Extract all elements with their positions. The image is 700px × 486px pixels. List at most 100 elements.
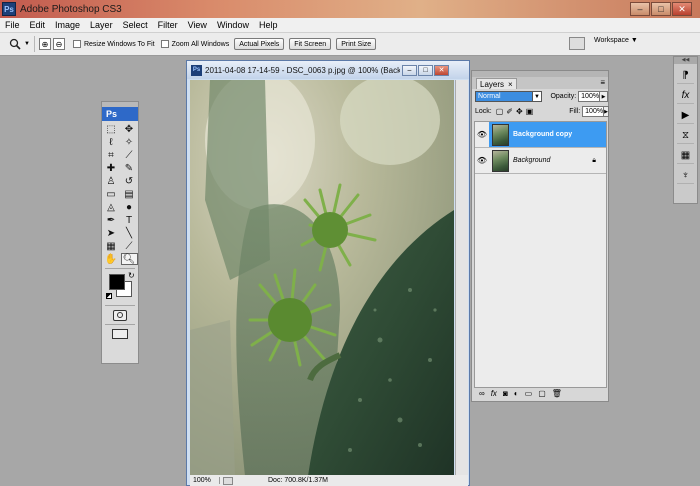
tool-preset-caret-icon[interactable]: ▼ bbox=[24, 41, 30, 47]
lock-pixels-icon[interactable]: ✐ bbox=[506, 107, 513, 116]
vertical-scrollbar[interactable] bbox=[455, 80, 468, 476]
panel-menu-icon[interactable]: ≡ bbox=[600, 78, 605, 87]
doc-minimize-button[interactable]: – bbox=[402, 64, 417, 76]
pen-tool-icon[interactable]: ✒ bbox=[103, 214, 120, 226]
link-layers-icon[interactable]: ∞ bbox=[479, 389, 485, 398]
chevron-down-icon[interactable]: ▼ bbox=[532, 91, 543, 102]
path-selection-tool-icon[interactable]: ➤ bbox=[103, 227, 120, 239]
zoom-tool-selected-icon[interactable]: 🔍︎ bbox=[120, 253, 138, 265]
history-brush-tool-icon[interactable]: ↺ bbox=[121, 175, 138, 187]
fill-slider-icon[interactable]: ▶ bbox=[604, 106, 609, 117]
menu-layer[interactable]: Layer bbox=[85, 20, 118, 30]
resize-windows-checkbox[interactable] bbox=[72, 40, 81, 48]
magic-wand-tool-icon[interactable]: ✧ bbox=[121, 136, 138, 148]
zoom-out-icon[interactable]: ⊖ bbox=[52, 38, 65, 50]
styles-panel-icon[interactable]: fx bbox=[677, 87, 694, 104]
blur-tool-icon[interactable]: ◬ bbox=[103, 201, 120, 213]
history-panel-icon[interactable]: ⧖ bbox=[677, 127, 694, 144]
default-colors-icon[interactable] bbox=[106, 293, 112, 299]
bridge-icon[interactable] bbox=[569, 37, 585, 50]
foreground-color-swatch[interactable] bbox=[109, 274, 125, 290]
gradient-tool-icon[interactable]: ▤ bbox=[121, 188, 138, 200]
hand-tool-icon[interactable]: ✋ bbox=[103, 253, 120, 265]
workspace-menu[interactable]: Workspace ▼ bbox=[594, 37, 638, 44]
layer-row-background[interactable]: 👁︎ Background 🔒︎ bbox=[475, 148, 606, 174]
eraser-tool-icon[interactable]: ▭ bbox=[103, 188, 120, 200]
layer-list: 👁︎ Background copy 👁︎ Background 🔒︎ bbox=[474, 121, 607, 388]
lock-transparency-icon[interactable]: ▢ bbox=[496, 107, 504, 116]
delete-layer-icon[interactable]: 🗑︎ bbox=[552, 389, 562, 398]
layer-style-icon[interactable]: fx bbox=[491, 389, 497, 398]
menu-file[interactable]: File bbox=[0, 20, 25, 30]
doc-close-button[interactable]: ✕ bbox=[434, 64, 449, 76]
menu-window[interactable]: Window bbox=[212, 20, 254, 30]
slice-tool-icon[interactable]: ⟋ bbox=[121, 149, 138, 161]
options-bar: ▼ ⊕ ⊖ Resize Windows To Fit Zoom All Win… bbox=[0, 33, 700, 56]
image-canvas[interactable] bbox=[190, 80, 454, 476]
lock-label: Lock: bbox=[475, 108, 492, 115]
type-tool-icon[interactable]: T bbox=[121, 214, 138, 226]
notes-tool-icon[interactable]: ▦ bbox=[103, 240, 120, 252]
doc-maximize-button[interactable]: □ bbox=[418, 64, 433, 76]
restore-button[interactable]: □ bbox=[651, 2, 671, 16]
minimize-button[interactable]: – bbox=[630, 2, 650, 16]
actions-panel-icon[interactable]: ▶ bbox=[677, 107, 694, 124]
quick-mask-icon[interactable] bbox=[102, 307, 138, 323]
dodge-tool-icon[interactable]: ● bbox=[121, 201, 138, 213]
app-title-bar: Ps Adobe Photoshop CS3 – □ ✕ bbox=[0, 0, 700, 18]
menu-filter[interactable]: Filter bbox=[153, 20, 183, 30]
new-layer-icon[interactable]: ▢ bbox=[538, 389, 546, 398]
lasso-tool-icon[interactable]: ℓ bbox=[103, 136, 120, 148]
visibility-eye-icon[interactable]: 👁︎ bbox=[475, 130, 489, 139]
close-tab-icon[interactable]: × bbox=[508, 80, 513, 89]
move-tool-icon[interactable]: ✥ bbox=[121, 123, 138, 135]
photoshop-logo-icon: Ps bbox=[2, 2, 16, 16]
menu-select[interactable]: Select bbox=[118, 20, 153, 30]
close-button[interactable]: ✕ bbox=[672, 2, 692, 16]
healing-brush-tool-icon[interactable]: ✚ bbox=[103, 162, 120, 174]
layer-thumbnail bbox=[492, 123, 509, 146]
fill-input[interactable]: 100% bbox=[582, 106, 605, 117]
eyedropper-tool-icon[interactable]: ⟋ bbox=[121, 240, 138, 252]
menu-view[interactable]: View bbox=[183, 20, 212, 30]
fit-screen-button[interactable]: Fit Screen bbox=[289, 38, 332, 50]
line-tool-icon[interactable]: ╲ bbox=[121, 227, 138, 239]
tab-layers[interactable]: Layers × bbox=[476, 78, 517, 89]
layer-row-background-copy[interactable]: 👁︎ Background copy bbox=[475, 122, 606, 148]
zoom-all-windows-checkbox[interactable] bbox=[160, 40, 169, 48]
lock-all-icon[interactable]: ▣ bbox=[526, 107, 534, 116]
actual-pixels-button[interactable]: Actual Pixels bbox=[234, 38, 285, 50]
zoom-tool-icon[interactable] bbox=[8, 37, 22, 51]
menu-help[interactable]: Help bbox=[254, 20, 283, 30]
zoom-level-field[interactable]: 100% bbox=[190, 477, 220, 484]
swatches-panel-icon[interactable]: ▦ bbox=[677, 147, 694, 164]
menu-image[interactable]: Image bbox=[50, 20, 85, 30]
status-navigator-icon[interactable] bbox=[223, 476, 233, 485]
lock-position-icon[interactable]: ✥ bbox=[516, 107, 523, 116]
layer-main[interactable]: Background copy bbox=[489, 122, 606, 147]
layer-main[interactable]: Background 🔒︎ bbox=[489, 148, 606, 173]
adjustment-layer-icon[interactable]: ◐ bbox=[514, 389, 519, 398]
document-window: Ps 2011-04-08 17-14-59 - DSC_0063 p.jpg … bbox=[186, 60, 470, 486]
opacity-slider-icon[interactable]: ▶ bbox=[600, 91, 608, 102]
layer-mask-icon[interactable]: ◙ bbox=[503, 389, 508, 398]
toolbox-logo[interactable]: Ps bbox=[102, 107, 138, 121]
paragraph-panel-icon[interactable]: ⁋ bbox=[677, 67, 694, 84]
blend-mode-select[interactable]: Normal bbox=[475, 91, 533, 102]
zoom-in-icon[interactable]: ⊕ bbox=[38, 38, 51, 50]
marquee-tool-icon[interactable]: ⬚ bbox=[103, 123, 120, 135]
clone-stamp-tool-icon[interactable]: ♙ bbox=[103, 175, 120, 187]
swap-colors-icon[interactable]: ↻ bbox=[128, 271, 135, 280]
brush-tool-icon[interactable]: ✎ bbox=[121, 162, 138, 174]
document-size-info[interactable]: Doc: 700.8K/1.37M bbox=[268, 477, 328, 484]
crop-tool-icon[interactable]: ⌗ bbox=[103, 149, 120, 161]
new-group-icon[interactable]: ▭ bbox=[525, 389, 533, 398]
visibility-eye-icon[interactable]: 👁︎ bbox=[475, 156, 489, 165]
screen-mode-icon[interactable] bbox=[102, 326, 138, 342]
opacity-input[interactable]: 100% bbox=[578, 91, 601, 102]
dock-expand-icon[interactable]: ◀◀ bbox=[674, 57, 697, 64]
print-size-button[interactable]: Print Size bbox=[336, 38, 377, 50]
brushes-panel-icon[interactable]: ♆ bbox=[677, 167, 694, 184]
menu-edit[interactable]: Edit bbox=[25, 20, 51, 30]
document-title-bar[interactable]: Ps 2011-04-08 17-14-59 - DSC_0063 p.jpg … bbox=[187, 61, 469, 79]
